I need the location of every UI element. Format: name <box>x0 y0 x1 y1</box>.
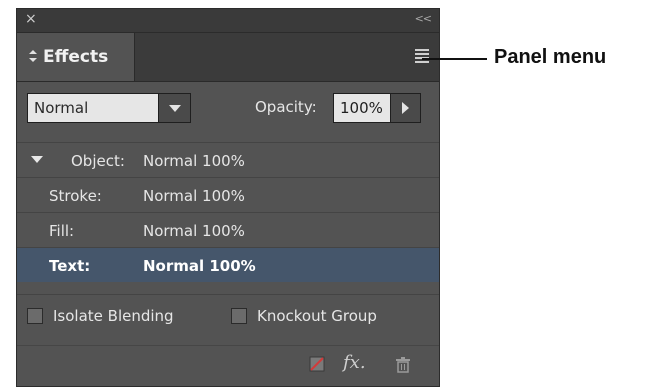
fx-icon[interactable]: fx. <box>343 352 366 373</box>
row-value: Normal 100% <box>143 257 256 275</box>
collapse-icon[interactable]: << <box>415 12 432 26</box>
knockout-group-checkbox[interactable]: Knockout Group <box>231 307 377 325</box>
row-value: Normal 100% <box>143 152 245 170</box>
effects-list: Object: Normal 100% Stroke: Normal 100% … <box>17 142 439 282</box>
checkbox-label: Isolate Blending <box>53 307 174 325</box>
trash-icon[interactable] <box>395 356 411 377</box>
opacity-field[interactable]: 100% <box>333 93 391 123</box>
effects-panel: × << Effects Normal Opacity: 100% Object… <box>16 8 440 387</box>
panel-menu-annotation: Panel menu <box>494 46 607 68</box>
row-value: Normal 100% <box>143 222 245 240</box>
row-label: Text: <box>49 257 91 275</box>
row-object[interactable]: Object: Normal 100% <box>17 142 439 177</box>
opacity-label: Opacity: <box>255 98 317 116</box>
row-value: Normal 100% <box>143 187 245 205</box>
checkbox-row: Isolate Blending Knockout Group <box>17 294 439 335</box>
checkbox-label: Knockout Group <box>257 307 377 325</box>
clear-effects-icon[interactable] <box>309 356 325 376</box>
play-arrow-icon <box>402 102 409 114</box>
close-icon[interactable]: × <box>25 11 37 27</box>
row-fill[interactable]: Fill: Normal 100% <box>17 212 439 247</box>
tab-effects[interactable]: Effects <box>17 33 135 81</box>
updown-arrows-icon <box>29 49 37 65</box>
blend-mode-dropdown[interactable]: Normal <box>27 93 191 123</box>
row-label: Object: <box>71 152 125 170</box>
opacity-slider-button[interactable] <box>391 93 421 123</box>
panel-menu-icon[interactable] <box>415 49 429 65</box>
isolate-blending-checkbox[interactable]: Isolate Blending <box>27 307 174 325</box>
checkbox-box[interactable] <box>231 308 247 324</box>
tab-label: Effects <box>43 47 109 67</box>
checkbox-box[interactable] <box>27 308 43 324</box>
blend-controls: Normal Opacity: 100% <box>17 82 439 134</box>
tab-row: Effects <box>17 33 439 82</box>
row-label: Fill: <box>49 222 75 240</box>
dropdown-arrow-icon[interactable] <box>158 94 190 122</box>
panel-footer: fx. <box>17 345 439 387</box>
row-text[interactable]: Text: Normal 100% <box>17 247 439 282</box>
panel-titlebar: × << <box>17 9 439 33</box>
callout-line <box>422 58 487 60</box>
blend-mode-value: Normal <box>34 99 89 117</box>
disclosure-triangle-icon[interactable] <box>31 156 43 163</box>
row-label: Stroke: <box>49 187 102 205</box>
row-stroke[interactable]: Stroke: Normal 100% <box>17 177 439 212</box>
